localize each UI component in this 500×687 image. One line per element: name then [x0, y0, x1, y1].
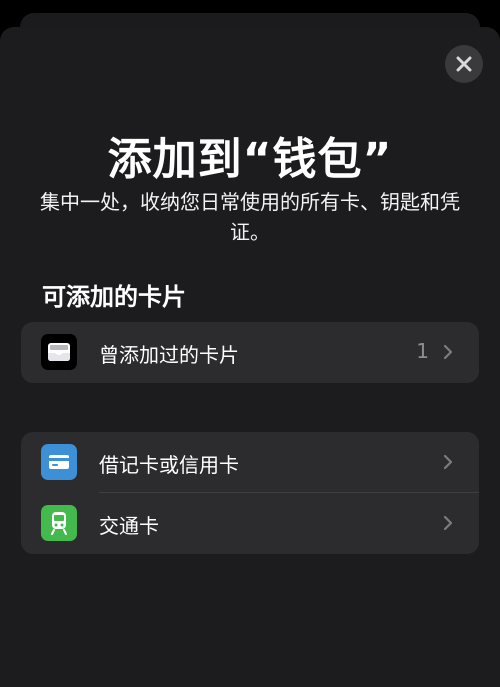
- page-subtitle: 集中一处，收纳您日常使用的所有卡、钥匙和凭证。: [40, 190, 460, 244]
- section-title: 可添加的卡片: [42, 283, 186, 311]
- previous-cards-group: 曾添加过的卡片 1: [21, 322, 479, 383]
- chevron-right-icon: [443, 515, 453, 531]
- close-button[interactable]: [445, 45, 483, 83]
- transit-card-row[interactable]: 交通卡: [21, 493, 479, 554]
- card-types-group: 借记卡或信用卡 交通卡: [21, 432, 479, 554]
- transit-card-label: 交通卡: [99, 514, 159, 538]
- train-icon: [41, 505, 77, 541]
- chevron-right-icon: [443, 454, 453, 470]
- add-to-wallet-sheet: 添加到“钱包” 集中一处，收纳您日常使用的所有卡、钥匙和凭证。 可添加的卡片 曾…: [0, 27, 500, 687]
- previous-cards-count: 1: [416, 339, 429, 363]
- page-title: 添加到“钱包”: [107, 134, 393, 185]
- debit-credit-card-label: 借记卡或信用卡: [99, 453, 239, 477]
- previous-cards-label: 曾添加过的卡片: [99, 343, 239, 367]
- chevron-right-icon: [443, 344, 453, 360]
- debit-credit-card-row[interactable]: 借记卡或信用卡: [21, 432, 479, 493]
- wallet-icon: [41, 334, 77, 370]
- previous-cards-row[interactable]: 曾添加过的卡片 1: [21, 322, 479, 383]
- close-icon: [456, 56, 472, 72]
- credit-card-icon: [41, 444, 77, 480]
